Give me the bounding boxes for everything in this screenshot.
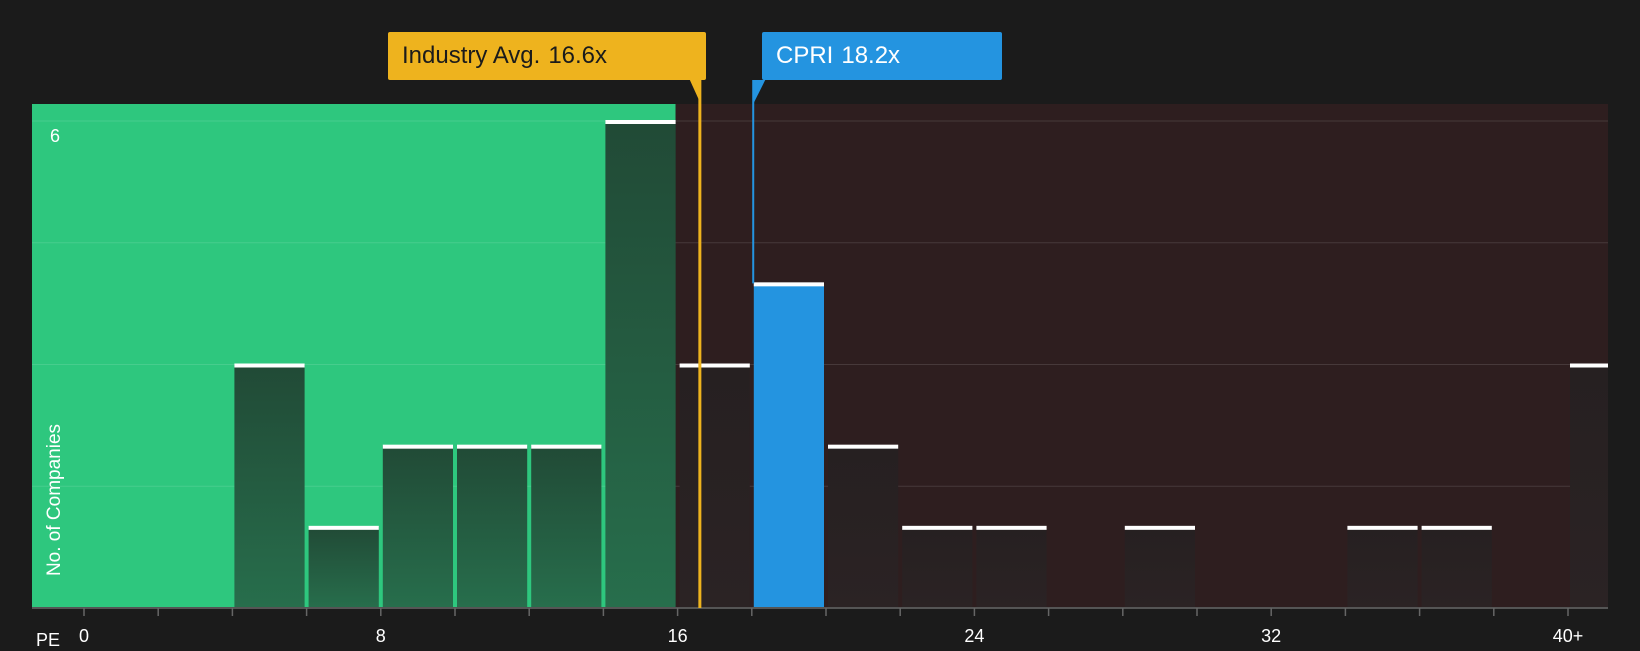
histogram-bar-7: [753, 283, 824, 608]
company-pointer: [753, 80, 766, 104]
histogram-bar-cap-1: [308, 525, 379, 530]
histogram-bar-cap-7: [753, 282, 824, 287]
histogram-bar-cap-9: [902, 525, 973, 530]
industry-average-pointer: [689, 80, 700, 102]
x-tick-label-5: 40+: [1553, 626, 1584, 646]
histogram-bar-cap-13: [1421, 525, 1492, 530]
histogram-bar-9: [902, 526, 973, 608]
histogram-bar-10: [976, 526, 1047, 608]
pe-histogram-chart: 0 8 16 24 32 40+: [32, 80, 1608, 646]
histogram-bar-cap-6: [679, 363, 750, 368]
histogram-bar-5: [605, 121, 676, 608]
company-ticker-label: CPRI: [776, 42, 834, 69]
x-tick-label-3: 24: [964, 626, 984, 646]
x-tick-label-2: 16: [668, 626, 688, 646]
industry-average-callout: Industry Avg. 16.6x: [388, 32, 706, 80]
x-tick-label-0: 0: [79, 626, 89, 646]
histogram-bar-0: [234, 364, 305, 608]
histogram-bar-14: [1570, 364, 1608, 608]
histogram-bar-8: [828, 445, 899, 608]
histogram-bar-cap-14: [1570, 363, 1608, 368]
histogram-bar-cap-5: [605, 120, 676, 124]
histogram-bar-cap-4: [531, 444, 602, 449]
histogram-bar-cap-2: [382, 444, 453, 449]
histogram-bar-cap-11: [1124, 525, 1195, 530]
x-tick-label-4: 32: [1261, 626, 1281, 646]
histogram-bar-12: [1347, 526, 1418, 608]
industry-average-value: 16.6x: [548, 42, 608, 69]
industry-average-label: Industry Avg.: [402, 42, 541, 69]
histogram-bar-cap-12: [1347, 525, 1418, 530]
y-axis-max-tick: 6: [50, 126, 61, 146]
histogram-bar-11: [1124, 526, 1195, 608]
histogram-bar-3: [457, 445, 528, 608]
y-axis-label: No. of Companies: [44, 423, 65, 577]
histogram-bar-6: [679, 364, 750, 608]
company-callout: CPRI 18.2x: [762, 32, 1002, 80]
histogram-bar-1: [308, 526, 379, 608]
x-tick-label-1: 8: [376, 626, 386, 646]
histogram-bar-cap-10: [976, 525, 1047, 530]
histogram-bar-2: [382, 445, 453, 608]
histogram-bar-cap-0: [234, 363, 305, 368]
company-pe-value: 18.2x: [841, 42, 901, 69]
x-axis-label: PE: [36, 630, 61, 650]
histogram-bar-4: [531, 445, 602, 608]
histogram-bar-cap-8: [828, 444, 899, 449]
histogram-bar-13: [1421, 526, 1492, 608]
histogram-bar-cap-3: [457, 444, 528, 449]
